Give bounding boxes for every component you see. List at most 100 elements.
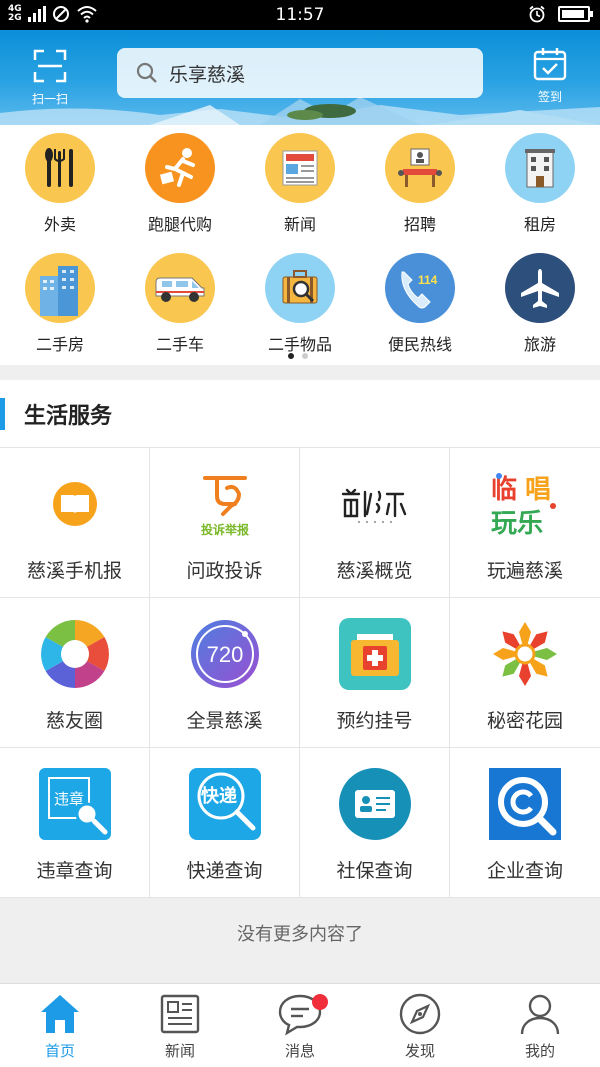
medical-kit-icon [335,614,415,694]
checkin-button[interactable]: 签到 [520,46,580,110]
service-cixi-mobile-paper[interactable]: 慈溪手机报 [0,448,150,598]
user-icon [520,994,560,1035]
enterprise-search-icon [485,764,565,844]
nav-messages[interactable]: 消息 [240,984,360,1067]
svg-text:临: 临 [491,474,517,505]
play-logo-text: 玩乐 [491,509,543,539]
food-icon [25,133,95,203]
service-secret-garden[interactable]: 秘密花园 [450,598,600,748]
quick-item-label: 二手房 [35,335,84,354]
quick-item-label: 旅游 [523,335,556,354]
scan-label: 扫一扫 [31,92,68,106]
svg-text:唱: 唱 [525,475,551,505]
service-social-security[interactable]: 社保查询 [300,748,450,898]
service-express-query[interactable]: 快递 快递查询 [150,748,300,898]
quick-item-label: 便民热线 [387,335,452,354]
home-icon [41,995,79,1033]
complaint-logo-text: 投诉举报 [200,522,248,537]
service-label: 全景慈溪 [186,710,263,732]
status-bar: 4G 2G 11:57 [0,0,600,30]
service-panorama[interactable]: 720 全景慈溪 [150,598,300,748]
quick-item-label: 招聘 [403,215,436,234]
scan-icon [33,49,67,83]
app-header: 扫一扫 乐享慈溪 签到 [0,30,600,125]
quick-item-label: 二手物品 [267,335,332,354]
calendar-check-icon [533,48,567,81]
quick-item-recruit[interactable]: 招聘 [360,125,480,245]
page-dot-active[interactable] [288,353,294,359]
page-indicator [288,353,308,359]
quick-item-label: 新闻 [283,215,316,234]
service-label: 慈友圈 [45,710,103,732]
apartment-icon [25,253,95,323]
service-enterprise-query[interactable]: 企业查询 [450,748,600,898]
alarm-icon [529,5,545,23]
nav-label: 首页 [44,1042,75,1060]
building-icon [505,133,575,203]
quick-item-news[interactable]: 新闻 [240,125,360,245]
book-icon [35,464,115,544]
service-label: 慈溪手机报 [26,560,122,582]
quick-item-takeout[interactable]: 外卖 [0,125,120,245]
section-accent-bar [0,398,5,430]
quick-item-rent[interactable]: 租房 [480,125,600,245]
van-icon [145,253,215,323]
services-grid: 慈溪手机报 投诉举报 问政投诉 慈溪概览 临唱玩乐 玩遍慈溪 慈友圈 720 全… [0,448,600,898]
service-label: 违章查询 [36,860,113,882]
service-play-cixi[interactable]: 临唱玩乐 玩遍慈溪 [450,448,600,598]
flower-icon [485,614,565,694]
scan-button[interactable]: 扫一扫 [20,48,80,108]
section-header: 生活服务 [0,380,600,448]
search-bar[interactable]: 乐享慈溪 [117,48,483,98]
violation-search-icon: 违章 [35,764,115,844]
news-icon [160,994,200,1034]
quick-item-second-goods[interactable]: 二手物品 [240,245,360,365]
service-label: 快递查询 [186,860,263,882]
service-friend-circle[interactable]: 慈友圈 [0,598,150,748]
search-icon [136,62,157,83]
checkin-label: 签到 [537,90,562,104]
express-logo-text: 快递 [201,785,237,807]
quick-item-used-car[interactable]: 二手车 [120,245,240,365]
nav-discover[interactable]: 发现 [360,984,480,1067]
service-label: 问政投诉 [186,560,263,582]
service-label: 社保查询 [336,860,413,882]
nav-profile[interactable]: 我的 [480,984,600,1067]
service-label: 慈溪概览 [336,560,413,582]
battery-icon [558,6,593,22]
complaint-logo-icon: 投诉举报 [185,464,265,544]
quick-item-label: 跑腿代购 [147,215,212,234]
service-violation-query[interactable]: 违章 违章查询 [0,748,150,898]
service-appointment[interactable]: 预约挂号 [300,598,450,748]
airplane-icon [505,253,575,323]
cixi-logo-icon [335,464,415,544]
quick-item-label: 租房 [523,215,556,234]
quick-item-errand[interactable]: 跑腿代购 [120,125,240,245]
clock: 11:57 [275,5,325,25]
phone-icon: 114 [385,253,455,323]
service-label: 秘密花园 [486,710,563,732]
quick-item-label: 二手车 [155,335,204,354]
nav-label: 发现 [404,1042,435,1060]
quick-item-travel[interactable]: 旅游 [480,245,600,365]
quick-item-label: 外卖 [43,215,76,234]
runner-icon [145,133,215,203]
nav-news[interactable]: 新闻 [120,984,240,1067]
quick-item-second-house[interactable]: 二手房 [0,245,120,365]
play-logo-icon: 临唱玩乐 [485,464,565,544]
camera-aperture-icon [35,614,115,694]
service-cixi-overview[interactable]: 慈溪概览 [300,448,450,598]
quick-item-hotline[interactable]: 114 便民热线 [360,245,480,365]
recruit-icon [385,133,455,203]
panorama-icon: 720 [185,614,265,694]
panorama-logo-text: 720 [206,642,243,667]
no-more-content-text: 没有更多内容了 [237,924,363,945]
svg-text:114: 114 [418,273,438,287]
nav-home[interactable]: 首页 [0,984,120,1067]
service-complaint[interactable]: 投诉举报 问政投诉 [150,448,300,598]
page-dot[interactable] [302,353,308,359]
express-search-icon: 快递 [185,764,265,844]
id-card-icon [335,764,415,844]
nav-label: 我的 [524,1042,555,1060]
service-label: 预约挂号 [336,710,413,732]
